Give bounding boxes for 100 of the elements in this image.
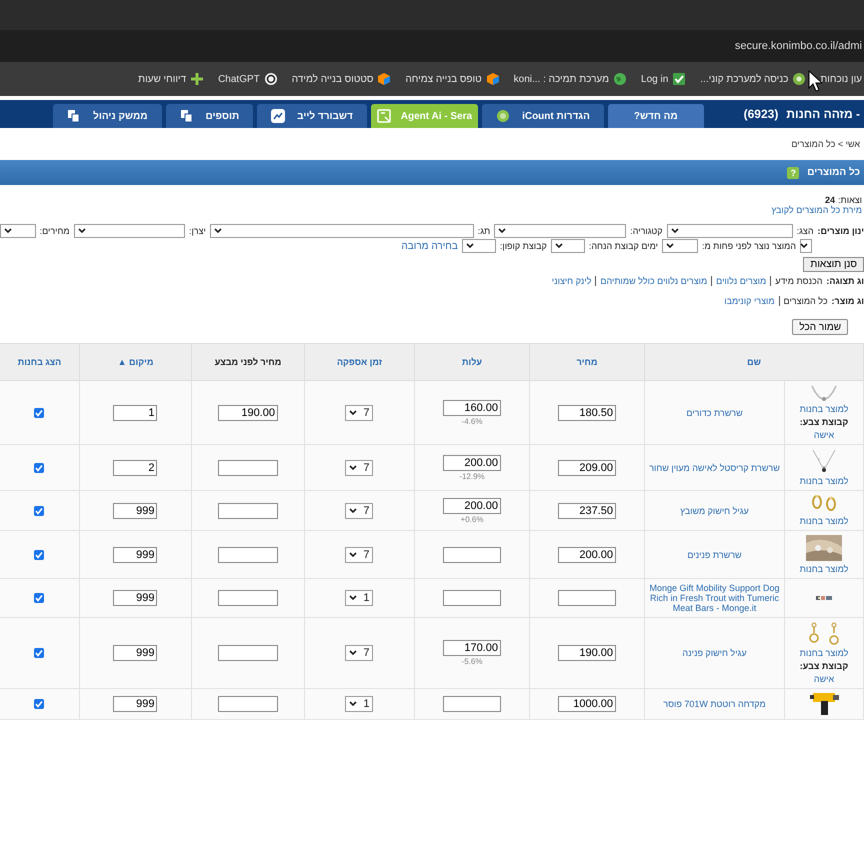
- bookmark-item[interactable]: Log in: [641, 72, 686, 86]
- input-field[interactable]: [442, 546, 501, 562]
- delivery-select[interactable]: 7: [345, 502, 374, 518]
- select-field[interactable]: [666, 224, 793, 238]
- select-field[interactable]: [494, 224, 626, 238]
- copy-icon: [67, 109, 82, 123]
- input-field[interactable]: [218, 546, 278, 562]
- select-field[interactable]: [550, 239, 585, 253]
- chevron-icon: [800, 243, 808, 249]
- column-header: מחיר לפני מבצע: [191, 344, 304, 380]
- input-field[interactable]: 2: [113, 460, 158, 476]
- checkbox[interactable]: [34, 506, 44, 516]
- column-header[interactable]: הצג בחנות: [0, 344, 80, 380]
- filter-label: ינון מוצרים:: [818, 226, 864, 236]
- save-all-button[interactable]: שמור הכל: [792, 319, 848, 335]
- option-link[interactable]: מוצרים נלווים כולל שמותיהם: [600, 276, 708, 286]
- input-field[interactable]: [218, 590, 278, 606]
- store-link[interactable]: למוצר בחנות: [800, 648, 848, 658]
- input-field[interactable]: 160.00: [442, 400, 501, 416]
- nav-button[interactable]: דשבורד לייב: [257, 104, 367, 128]
- input-field[interactable]: 999: [113, 546, 158, 562]
- column-header[interactable]: זמן אספקה: [304, 344, 414, 380]
- input-field[interactable]: 200.00: [558, 546, 616, 562]
- input-field[interactable]: [218, 696, 278, 712]
- input-field[interactable]: 237.50: [558, 502, 616, 518]
- color-group-link[interactable]: אישה: [814, 430, 834, 440]
- bookmark-item[interactable]: מערכת תמיכה : ...koni: [514, 72, 628, 86]
- column-header[interactable]: מיקום ▲: [79, 344, 192, 380]
- input-field[interactable]: [442, 590, 501, 606]
- option-link[interactable]: מוצרים נלווים: [716, 276, 766, 286]
- option-link[interactable]: לינק חיצוני: [552, 276, 592, 286]
- delivery-select[interactable]: 7: [345, 460, 374, 476]
- delivery-select[interactable]: 1: [345, 590, 374, 606]
- input-field[interactable]: 190.00: [558, 645, 616, 661]
- column-header[interactable]: מחיר: [529, 344, 644, 380]
- cursor-icon: [808, 70, 822, 92]
- color-group-link[interactable]: אישה: [814, 674, 834, 684]
- select-field[interactable]: [0, 224, 36, 238]
- input-field[interactable]: 180.50: [558, 404, 616, 420]
- delivery-select[interactable]: 7: [345, 404, 374, 420]
- input-field[interactable]: 999: [113, 696, 158, 712]
- input-field[interactable]: 1000.00: [558, 696, 616, 712]
- cost-change: +0.6%: [460, 514, 484, 524]
- bookmark-item[interactable]: דיווחי שעות: [138, 72, 204, 86]
- bookmark-item[interactable]: כניסה למערכת קוני...: [700, 72, 806, 86]
- input-field[interactable]: [218, 460, 278, 476]
- product-name-link[interactable]: שרשרת כדורים: [648, 408, 781, 418]
- input-field[interactable]: [442, 696, 501, 712]
- checkbox[interactable]: [34, 699, 44, 709]
- store-link[interactable]: למוצר בחנות: [800, 404, 848, 414]
- field-label: תג:: [478, 226, 490, 236]
- nav-button[interactable]: הגדרות iCount: [482, 104, 604, 128]
- product-name-link[interactable]: עגיל חישוק פנינה: [648, 648, 781, 658]
- input-field[interactable]: 999: [113, 590, 158, 606]
- bookmark-item[interactable]: סטטוס בנייה למידה: [292, 72, 392, 86]
- export-link[interactable]: מירת כל המוצרים לקובץ: [0, 205, 862, 215]
- input-field[interactable]: [218, 502, 278, 518]
- nav-button[interactable]: תוספים: [166, 104, 254, 128]
- input-field[interactable]: 190.00: [218, 404, 278, 420]
- checkbox[interactable]: [34, 648, 44, 658]
- select-field[interactable]: [800, 239, 812, 253]
- store-id: (6923): [744, 107, 778, 121]
- input-field[interactable]: 209.00: [558, 460, 616, 476]
- field-label: מחירים:: [40, 226, 70, 236]
- plus-icon: [190, 72, 204, 86]
- store-link[interactable]: למוצר בחנות: [800, 516, 848, 526]
- select-field[interactable]: [74, 224, 185, 238]
- bookmark-item[interactable]: טופס בנייה צמיחה: [405, 72, 500, 86]
- input-field[interactable]: 999: [113, 502, 158, 518]
- delivery-select[interactable]: 1: [345, 696, 374, 712]
- column-header[interactable]: עלות: [414, 344, 530, 380]
- input-field[interactable]: [218, 645, 278, 661]
- select-field[interactable]: [662, 239, 698, 253]
- filter-button[interactable]: סנן תוצאות: [803, 257, 864, 272]
- option-link[interactable]: מוצרי קונימבו: [724, 296, 775, 306]
- bookmark-item[interactable]: עון נוכחות: [820, 74, 862, 84]
- select-field[interactable]: [210, 224, 474, 238]
- checkbox[interactable]: [34, 408, 44, 418]
- delivery-select[interactable]: 7: [345, 645, 374, 661]
- input-field[interactable]: [558, 590, 616, 606]
- product-name-link[interactable]: שרשרת פנינים: [648, 550, 781, 560]
- column-header[interactable]: שם: [644, 344, 864, 380]
- store-link[interactable]: למוצר בחנות: [800, 564, 848, 574]
- checkbox[interactable]: [34, 462, 44, 472]
- delivery-select[interactable]: 7: [345, 546, 374, 562]
- nav-button[interactable]: ממשק ניהול: [53, 104, 162, 128]
- input-field[interactable]: 999: [113, 645, 158, 661]
- input-field[interactable]: 1: [113, 404, 158, 420]
- color-group-label: קבוצת צבע:: [800, 417, 848, 427]
- multi-select-link[interactable]: בחירה מרובה: [401, 240, 458, 252]
- checkbox[interactable]: [34, 550, 44, 560]
- url-text[interactable]: secure.konimbo.co.il/admi: [734, 40, 862, 52]
- bookmark-item[interactable]: ChatGPT: [218, 72, 278, 86]
- input-field[interactable]: 170.00: [442, 640, 501, 656]
- input-field[interactable]: 200.00: [442, 454, 501, 470]
- select-field[interactable]: [462, 239, 496, 253]
- input-field[interactable]: 200.00: [442, 498, 501, 514]
- nav-button[interactable]: מה חדש?: [608, 104, 704, 128]
- checkbox[interactable]: [34, 593, 44, 603]
- store-link[interactable]: למוצר בחנות: [800, 476, 848, 486]
